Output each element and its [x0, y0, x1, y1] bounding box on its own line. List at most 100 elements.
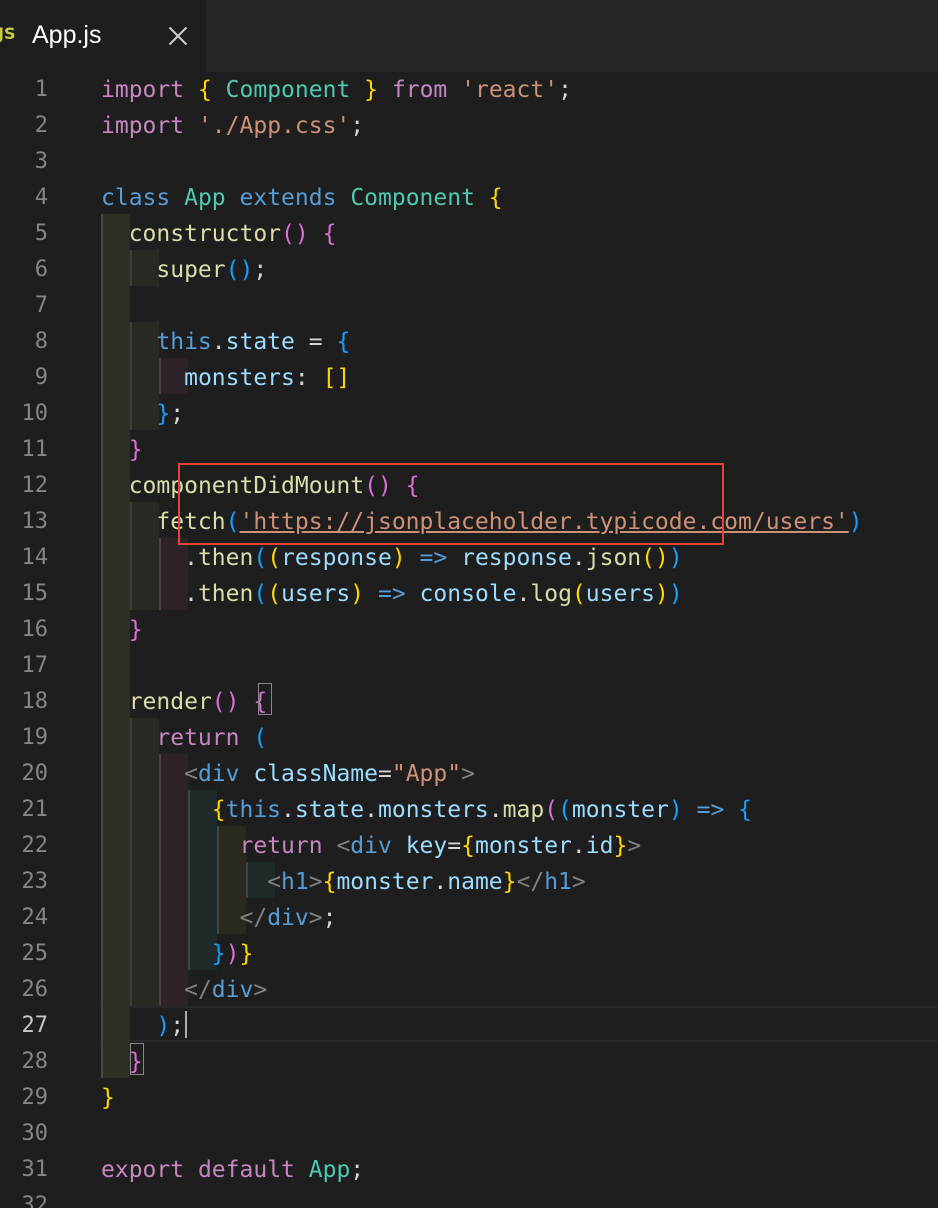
code-token: . — [571, 833, 586, 859]
code-token: ; — [253, 257, 268, 283]
code-token: . — [433, 869, 448, 895]
code-token: < — [267, 869, 282, 895]
tab-label: App.js — [32, 21, 102, 49]
code-token: } — [101, 1085, 115, 1111]
code-token: state — [294, 797, 365, 823]
tab-app-js[interactable]: JS App.js — [0, 0, 206, 72]
code-token: { — [738, 797, 752, 823]
code-token: > — [253, 977, 268, 1003]
code-token: ; — [322, 905, 337, 931]
editor-window: JS App.js 1 2 3 4 5 6 7 8 9 10 11 12 13 14 15 16 17 18 19 2… — [0, 0, 938, 1208]
code-token: monster — [474, 833, 572, 859]
annotation-highlight-box — [178, 463, 724, 545]
code-token: . — [516, 581, 531, 607]
code-token: ( — [267, 581, 282, 607]
code-token: ) — [668, 545, 683, 571]
code-token: class — [101, 185, 171, 211]
code-token: < — [184, 761, 198, 787]
code-token: export — [101, 1157, 185, 1183]
code-token: () — [281, 221, 309, 247]
code-token: ( — [267, 545, 282, 571]
code-token: return — [239, 833, 323, 859]
code-token: ; — [170, 1013, 185, 1039]
code-token: map — [502, 797, 545, 823]
code-token: div — [197, 761, 240, 787]
code-token: ( — [253, 725, 268, 751]
close-icon[interactable] — [165, 23, 191, 49]
code-token: ; — [350, 1157, 365, 1183]
code-token: state — [225, 329, 295, 355]
code-token: id — [585, 833, 614, 859]
code-token: log — [530, 581, 572, 607]
code-token: ( — [253, 581, 268, 607]
code-token: { — [322, 869, 337, 895]
code-token: . — [571, 545, 586, 571]
code-token: this — [225, 797, 282, 823]
code-editor[interactable]: 1 2 3 4 5 6 7 8 9 10 11 12 13 14 15 16 17 18 19 20 21 22 23 24 2… — [0, 72, 938, 1208]
code-token: ( — [253, 545, 268, 571]
code-token: > — [308, 905, 323, 931]
code-token: h1 — [281, 869, 309, 895]
code-token: monster — [571, 797, 669, 823]
code-token: div — [211, 977, 254, 1003]
code-token: Component — [225, 77, 351, 103]
code-token: response — [461, 545, 572, 571]
code-token: ) — [391, 545, 406, 571]
tab-bar: JS App.js — [0, 0, 938, 72]
code-token: users — [585, 581, 656, 607]
code-line: render() { — [101, 684, 268, 720]
code-line: } — [101, 612, 143, 648]
code-token: default — [197, 1157, 295, 1183]
code-token: monster — [336, 869, 434, 895]
code-token: ( — [558, 797, 572, 823]
code-token: render — [128, 689, 212, 715]
code-token: users — [281, 581, 351, 607]
code-line: import './App.css'; — [101, 108, 364, 144]
code-token: ) — [668, 797, 683, 823]
code-token: . — [488, 797, 503, 823]
code-token: then — [197, 581, 254, 607]
code-token: </ — [184, 977, 212, 1003]
code-token: () — [225, 257, 254, 283]
code-token: "App" — [391, 761, 462, 787]
code-token: then — [197, 545, 254, 571]
code-token: ) — [156, 1013, 171, 1039]
code-line: class App extends Component { — [101, 180, 503, 216]
code-token: extends — [239, 185, 337, 211]
code-token: key — [405, 833, 448, 859]
code-token: } — [128, 617, 143, 643]
code-token: div — [267, 905, 309, 931]
javascript-file-icon: JS — [0, 24, 16, 43]
code-token: . — [211, 329, 226, 355]
code-token: } — [156, 401, 171, 427]
code-token: this — [156, 329, 212, 355]
code-token: : — [294, 365, 323, 391]
code-token: ( — [571, 581, 586, 607]
code-token: ; — [350, 113, 365, 139]
code-token: return — [156, 725, 240, 751]
code-token: () — [641, 545, 669, 571]
